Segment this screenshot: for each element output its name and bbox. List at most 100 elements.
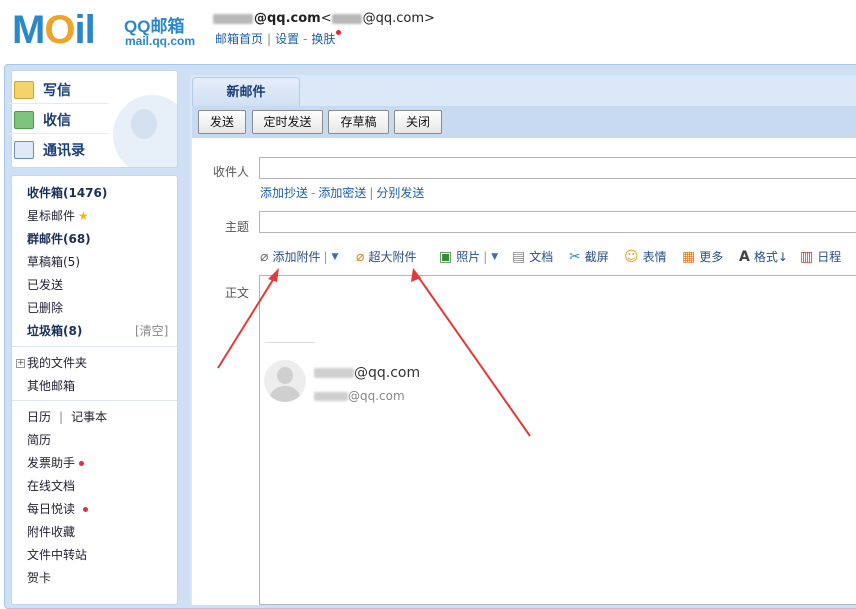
grid-icon: ▦ (682, 248, 696, 265)
sidebar-item-resume[interactable]: 简历 (27, 431, 51, 448)
save-draft-button[interactable]: 存草稿 (328, 110, 389, 134)
paperclip-icon: ⌀ (356, 248, 365, 265)
sidebar-item-sent[interactable]: 已发送 (27, 276, 63, 293)
brand-domain: mail.qq.com (125, 34, 196, 48)
add-bcc-link[interactable]: 添加密送 (318, 186, 366, 200)
redacted-text (213, 13, 253, 24)
sidebar-item-group-mail[interactable]: 群邮件(68) (27, 230, 91, 247)
inbox-button[interactable]: 收信 (14, 110, 71, 130)
close-button[interactable]: 关闭 (394, 110, 442, 134)
tab-new-mail[interactable]: 新邮件 (192, 77, 300, 107)
sidebar-item-file-transfer[interactable]: 文件中转站 (27, 546, 87, 563)
sidebar-item-starred[interactable]: 星标邮件 ★ (27, 207, 89, 224)
contacts-button[interactable]: 通讯录 (14, 140, 85, 160)
to-label: 收件人 (213, 165, 250, 179)
signature-email-domain: @qq.com (348, 389, 405, 403)
inbox-label: 收信 (43, 113, 71, 129)
redacted-text (314, 368, 354, 378)
more-button[interactable]: ▦ 更多 (682, 248, 723, 265)
subject-input[interactable] (259, 211, 856, 233)
sidebar-item-label: 发票助手 (27, 456, 76, 470)
sidebar-item-deleted[interactable]: 已删除 (27, 299, 63, 316)
top-links: 邮箱首页 | 设置 - 换肤 (215, 30, 342, 47)
to-input[interactable] (259, 157, 856, 179)
write-button[interactable]: 写信 (14, 80, 71, 100)
account-info: @qq.com< @qq.com> (213, 11, 435, 26)
signature-email: @qq.com (314, 365, 420, 381)
sidebar-folders: 收件箱(1476) 星标邮件 ★ 群邮件(68) 草稿箱(5) 已发送 已删除 垃… (11, 175, 178, 605)
contacts-label: 通讯录 (43, 143, 85, 159)
send-button[interactable]: 发送 (198, 110, 246, 134)
signature-email-secondary: @qq.com (314, 389, 405, 403)
sidebar-item-label: 我的文件夹 (27, 356, 88, 370)
sidebar-item-label: 每日悦读 (27, 502, 76, 516)
star-icon: ★ (78, 209, 89, 223)
mail-home-link[interactable]: 邮箱首页 (215, 32, 263, 46)
write-label: 写信 (43, 83, 71, 99)
expand-plus-icon[interactable]: + (16, 359, 25, 368)
smiley-icon: ☺ (624, 248, 639, 265)
toolbar-label: 日程 (817, 250, 842, 264)
subject-label: 主题 (225, 220, 250, 234)
document-button[interactable]: ▤ 文档 (512, 248, 553, 265)
toolbar-label: 文档 (529, 250, 554, 264)
notification-dot (336, 30, 342, 35)
signature-email-domain: @qq.com (354, 365, 421, 381)
logo-mark: MOil (12, 8, 96, 52)
sidebar-item-drafts[interactable]: 草稿箱(5) (27, 253, 80, 270)
format-button[interactable]: A 格式↓ (739, 248, 788, 265)
chevron-down-icon[interactable]: ▼ (332, 252, 339, 262)
account-alias: @qq.com> (362, 11, 435, 26)
sidebar-item-other-mailbox[interactable]: 其他邮箱 (27, 377, 75, 394)
toolbar-label: 格式↓ (753, 250, 788, 264)
emoji-button[interactable]: ☺ 表情 (624, 248, 667, 265)
write-icon (14, 81, 34, 99)
sidebar-item-label: 星标邮件 (27, 209, 76, 223)
skin-link[interactable]: 换肤 (311, 32, 335, 46)
send-separately-link[interactable]: 分别发送 (376, 186, 424, 200)
sidebar-item-daily-reading[interactable]: 每日悦读 (27, 500, 89, 517)
clear-spam-link[interactable]: [清空] (135, 322, 168, 339)
body-editor[interactable] (259, 275, 856, 605)
add-attachment-button[interactable]: ⌀ 添加附件 | ▼ (260, 248, 338, 265)
redacted-text (331, 13, 362, 24)
scheduled-send-button[interactable]: 定时发送 (252, 110, 323, 134)
screenshot-button[interactable]: ✂ 截屏 (569, 248, 609, 265)
body-label: 正文 (225, 286, 250, 300)
chevron-down-icon[interactable]: ▼ (491, 252, 498, 262)
sidebar-item-invoice[interactable]: 发票助手 (27, 454, 85, 471)
sidebar-item-spam[interactable]: 垃圾箱(8) (27, 322, 82, 339)
photo-button[interactable]: ▣ 照片 | ▼ (439, 248, 498, 265)
sidebar-calendar-notes: 日历 | 记事本 (27, 410, 108, 424)
settings-link[interactable]: 设置 (275, 32, 299, 46)
calendar-icon: ▥ (800, 248, 814, 265)
large-attachment-button[interactable]: ⌀ 超大附件 (356, 248, 416, 265)
font-format-icon: A (739, 248, 750, 265)
redacted-text (314, 392, 348, 401)
notification-dot (83, 507, 89, 512)
avatar (264, 360, 306, 402)
sidebar-item-my-folders[interactable]: + 我的文件夹 (16, 354, 87, 371)
toolbar-label: 照片 (456, 250, 481, 264)
scissors-icon: ✂ (569, 248, 581, 265)
toolbar-label: 超大附件 (368, 250, 417, 264)
document-icon: ▤ (512, 248, 526, 265)
sidebar-item-attachments[interactable]: 附件收藏 (27, 523, 75, 540)
inbox-download-icon (14, 111, 34, 129)
sidebar-item-calendar[interactable]: 日历 (27, 410, 51, 424)
account-email: @qq.com (254, 11, 321, 26)
photo-icon: ▣ (439, 248, 453, 265)
notification-dot (79, 461, 85, 466)
qq-penguin-watermark (113, 95, 177, 167)
sidebar-item-cards[interactable]: 贺卡 (27, 569, 51, 586)
contacts-icon (14, 141, 34, 159)
sidebar-item-inbox[interactable]: 收件箱(1476) (27, 184, 107, 201)
signature-divider (265, 342, 315, 343)
toolbar-label: 添加附件 (272, 250, 321, 264)
paperclip-icon: ⌀ (260, 248, 269, 265)
account-alias-open: < (320, 11, 332, 26)
sidebar-item-online-docs[interactable]: 在线文档 (27, 477, 75, 494)
sidebar-item-notes[interactable]: 记事本 (71, 410, 107, 424)
add-cc-link[interactable]: 添加抄送 (260, 186, 308, 200)
schedule-button[interactable]: ▥ 日程 (800, 248, 841, 265)
